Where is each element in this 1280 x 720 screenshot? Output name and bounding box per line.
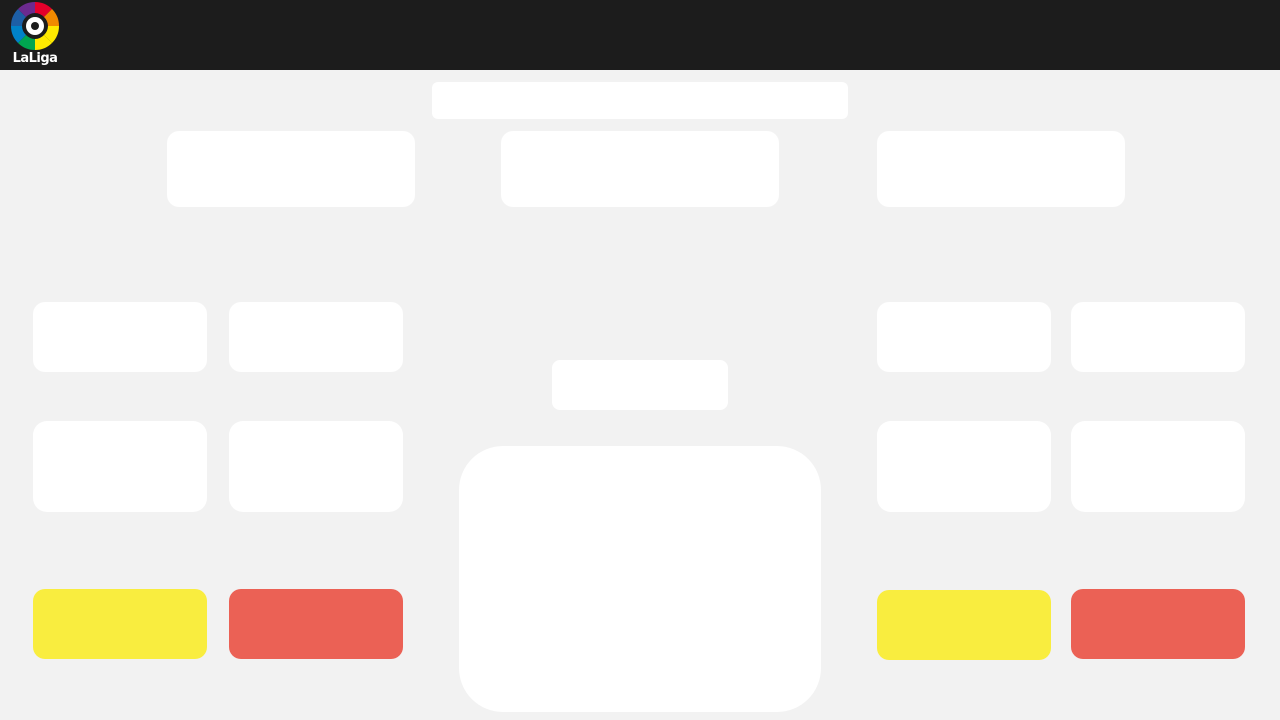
score-panel bbox=[501, 131, 779, 207]
away-team-panel bbox=[877, 131, 1125, 207]
home-stat-card-4[interactable] bbox=[229, 421, 403, 512]
laliga-ball-icon bbox=[10, 1, 60, 51]
match-title-panel bbox=[432, 82, 848, 119]
home-red-card-button[interactable] bbox=[229, 589, 403, 659]
away-stat-card-4[interactable] bbox=[1071, 421, 1245, 512]
home-stat-card-3[interactable] bbox=[33, 421, 207, 512]
home-yellow-card-button[interactable] bbox=[33, 589, 207, 659]
main-display-panel bbox=[459, 446, 821, 712]
away-stat-card-2[interactable] bbox=[1071, 302, 1245, 372]
away-red-card-button[interactable] bbox=[1071, 589, 1245, 659]
away-stat-card-1[interactable] bbox=[877, 302, 1051, 372]
away-stat-card-3[interactable] bbox=[877, 421, 1051, 512]
home-stat-card-1[interactable] bbox=[33, 302, 207, 372]
logo-wordmark: LaLiga bbox=[12, 51, 58, 66]
away-yellow-card-button[interactable] bbox=[877, 590, 1051, 660]
home-stat-card-2[interactable] bbox=[229, 302, 403, 372]
home-team-panel bbox=[167, 131, 415, 207]
laliga-logo[interactable]: LaLiga bbox=[8, 0, 62, 70]
top-bar: LaLiga bbox=[0, 0, 1280, 70]
match-time-panel bbox=[552, 360, 728, 410]
